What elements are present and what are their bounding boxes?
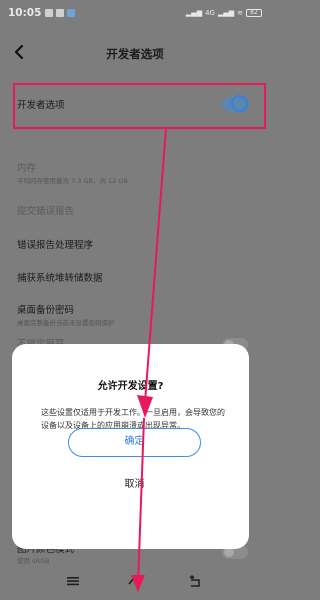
page-title: 开发者选项 <box>106 47 164 61</box>
wifi-icon: ≋ <box>237 9 243 17</box>
bug-report-row[interactable]: 提交错误报告 <box>0 203 270 219</box>
home-icon[interactable] <box>127 574 143 588</box>
notification-icon <box>56 9 65 17</box>
status-time: 10:05 <box>8 7 42 19</box>
navigation-bar <box>0 568 270 600</box>
app-notification-icon <box>67 9 76 17</box>
bug-report-label: 提交错误报告 <box>17 206 75 217</box>
status-bar: 10:05 ▂▄▆ 4G ▂▄▆ ≋ 82 <box>0 0 270 26</box>
storage-sub: 平均内存使用量为 7.3 GB，共 12 GB <box>17 177 128 185</box>
cancel-button[interactable]: 取消 <box>68 470 201 499</box>
backup-password-row[interactable]: 桌面备份密码 桌面完整备份当前未设置密码保护 <box>0 302 270 332</box>
bug-report-handler-row[interactable]: 错误报告处理程序 <box>0 237 270 253</box>
network-type: 4G <box>205 9 215 17</box>
dialog-title: 允许开发设置? <box>97 381 164 392</box>
signal-icon-2: ▂▄▆ <box>217 9 235 17</box>
signal-icon: ▂▄▆ <box>185 9 203 17</box>
cloud-icon <box>45 9 54 17</box>
allow-developer-settings-dialog: 允许开发设置? 这些设置仅适用于开发工作。一旦启用，会导致您的设备以及设备上的应… <box>12 344 249 549</box>
picture-color-mode-sub: 使用 sRGB <box>17 557 50 565</box>
confirm-button[interactable]: 确定 <box>68 428 201 457</box>
storage-label: 内存 <box>17 163 37 174</box>
backup-password-sub: 桌面完整备份当前未设置密码保护 <box>17 319 115 327</box>
status-right: ▂▄▆ 4G ▂▄▆ ≋ 82 <box>186 9 262 17</box>
battery-icon: 82 <box>246 9 262 17</box>
storage-row[interactable]: 内存 平均内存使用量为 7.3 GB，共 12 GB <box>0 160 270 190</box>
back-icon[interactable] <box>188 574 202 588</box>
annotation-highlight-box <box>13 83 266 129</box>
header: 开发者选项 <box>0 36 270 66</box>
heap-dump-row[interactable]: 捕获系统堆转储数据 <box>0 270 270 286</box>
backup-password-label: 桌面备份密码 <box>17 305 75 316</box>
bug-report-handler-label: 错误报告处理程序 <box>17 240 94 251</box>
heap-dump-label: 捕获系统堆转储数据 <box>17 273 103 284</box>
menu-icon[interactable] <box>66 574 80 588</box>
